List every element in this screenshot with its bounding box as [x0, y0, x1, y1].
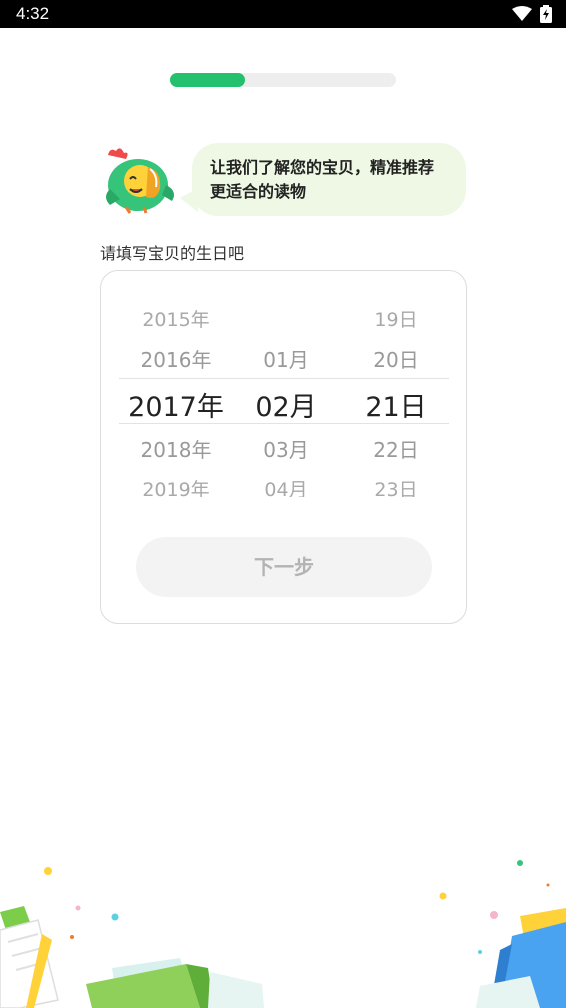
month-option[interactable]: 04月	[231, 475, 341, 497]
day-option[interactable]: 23日	[341, 475, 451, 497]
status-bar: 4:32	[0, 0, 566, 28]
month-option-selected[interactable]: 02月	[231, 385, 341, 424]
status-icons	[512, 5, 552, 23]
wifi-icon	[512, 6, 532, 21]
birthday-card: 2015年 2016年 2017年 2018年 2019年 01月 02月 03…	[100, 270, 467, 624]
date-picker[interactable]: 2015年 2016年 2017年 2018年 2019年 01月 02月 03…	[101, 297, 466, 497]
day-option[interactable]: 19日	[341, 305, 451, 332]
bubble-text: 让我们了解您的宝贝，精准推荐 更适合的读物	[210, 156, 455, 204]
month-option[interactable]: 01月	[231, 344, 341, 373]
year-option[interactable]: 2019年	[121, 475, 231, 497]
birthday-prompt: 请填写宝贝的生日吧	[100, 244, 245, 263]
year-option-selected[interactable]: 2017年	[121, 385, 231, 424]
year-option[interactable]: 2016年	[121, 344, 231, 373]
battery-icon	[540, 5, 552, 23]
books-decoration-icon	[0, 860, 566, 1008]
bubble-line-2: 更适合的读物	[210, 182, 307, 201]
status-time: 4:32	[16, 4, 50, 23]
year-option[interactable]: 2018年	[121, 434, 231, 463]
next-step-button[interactable]: 下一步	[136, 537, 432, 597]
parrot-mascot-icon	[106, 148, 174, 214]
picker-selection-top-line	[119, 378, 449, 379]
day-option-selected[interactable]: 21日	[341, 385, 451, 424]
day-option[interactable]: 20日	[341, 344, 451, 373]
bubble-line-1: 让我们了解您的宝贝，精准推荐	[210, 158, 435, 177]
year-option[interactable]: 2015年	[121, 305, 231, 332]
month-option[interactable]: 03月	[231, 434, 341, 463]
day-option[interactable]: 22日	[341, 434, 451, 463]
progress-bar	[170, 73, 396, 87]
progress-fill	[170, 73, 245, 87]
